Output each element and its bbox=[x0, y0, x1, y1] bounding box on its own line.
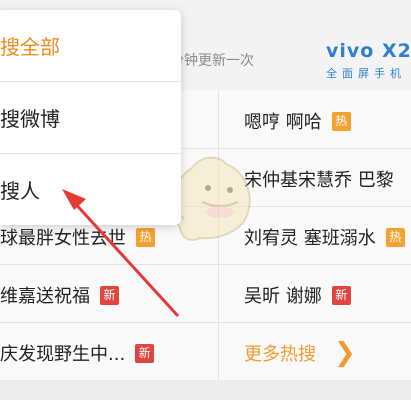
hot-item[interactable]: 庆发现野生中... 新 bbox=[0, 324, 218, 382]
hot-badge: 热 bbox=[385, 227, 405, 247]
chevron-right-icon: ❯ bbox=[334, 338, 356, 368]
menu-item-search-weibo[interactable]: 搜微博 bbox=[0, 82, 181, 152]
hot-item-text: 宋仲基宋慧乔 巴黎 bbox=[244, 170, 394, 191]
hot-item[interactable]: 维嘉送祝福 新 bbox=[0, 266, 218, 324]
new-badge: 新 bbox=[135, 343, 155, 363]
more-hot-search-link[interactable]: 更多热搜 ❯ bbox=[244, 324, 411, 382]
hot-item[interactable]: 嗯哼 啊哈 热 bbox=[244, 92, 411, 150]
new-badge: 新 bbox=[331, 285, 351, 305]
menu-item-label: 搜人 bbox=[0, 178, 40, 203]
hot-item-text: 嗯哼 啊哈 bbox=[244, 112, 322, 133]
hot-item-text: 刘宥灵 塞班溺水 bbox=[244, 228, 376, 249]
hot-item-text: 庆发现野生中... bbox=[0, 344, 126, 365]
hot-item-text: 吴昕 谢娜 bbox=[244, 286, 322, 307]
hot-badge: 热 bbox=[136, 227, 155, 247]
weibo-hot-search-screen: 分钟更新一次 vivo X20 全面屏手机 嗯哼 啊哈 热 宋仲基宋慧乔 巴黎 … bbox=[0, 0, 411, 400]
ad-banner[interactable]: vivo X20 全面屏手机 bbox=[326, 40, 411, 80]
hot-item[interactable]: 吴昕 谢娜 新 bbox=[244, 266, 411, 324]
menu-item-search-all[interactable]: 搜全部 bbox=[0, 10, 181, 80]
ad-brand: vivo X20 bbox=[326, 40, 411, 62]
hot-item[interactable]: 刘宥灵 塞班溺水 热 bbox=[244, 208, 411, 266]
new-badge: 新 bbox=[100, 285, 119, 305]
hot-item[interactable]: 宋仲基宋慧乔 巴黎 bbox=[244, 150, 411, 208]
update-frequency-text: 分钟更新一次 bbox=[170, 53, 254, 69]
menu-item-search-people[interactable]: 搜人 bbox=[0, 154, 181, 224]
ad-tagline: 全面屏手机 bbox=[326, 67, 406, 80]
menu-item-label: 搜微博 bbox=[0, 106, 60, 131]
hot-item-text: 球最胖女性去世 bbox=[0, 228, 126, 249]
bottom-bar bbox=[0, 380, 411, 400]
menu-item-label: 搜全部 bbox=[0, 34, 60, 59]
hot-badge: 热 bbox=[331, 111, 351, 131]
search-scope-dropdown: 搜全部 搜微博 搜人 bbox=[0, 10, 181, 225]
hot-item-text: 维嘉送祝福 bbox=[0, 286, 90, 307]
more-hot-search-label: 更多热搜 bbox=[244, 344, 316, 365]
